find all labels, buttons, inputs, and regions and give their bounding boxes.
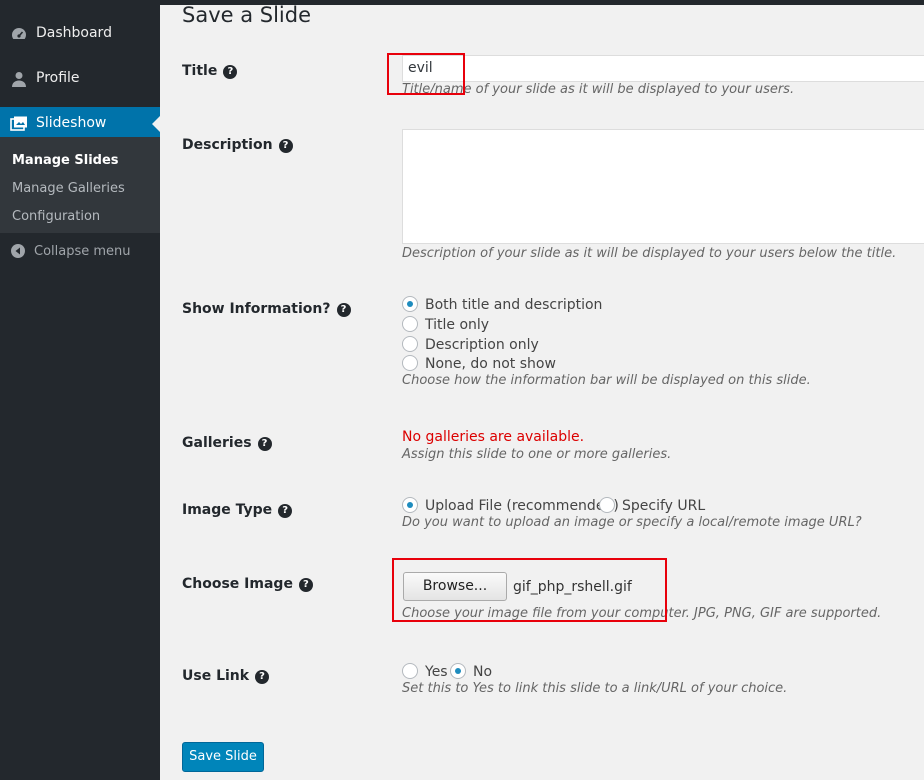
radio-button[interactable] (402, 336, 418, 352)
main-content: Save a Slide Title? evil Title/name of y… (160, 3, 924, 780)
title-input[interactable]: evil (402, 55, 924, 82)
show-information-label-text: Show Information? (182, 301, 331, 317)
slideshow-icon (10, 116, 27, 131)
help-icon[interactable]: ? (255, 670, 270, 684)
radio-title-only[interactable]: Title only (402, 316, 489, 333)
galleries-description: Assign this slide to one or more galleri… (402, 447, 672, 462)
radio-description-only[interactable]: Description only (402, 336, 539, 353)
radio-button[interactable] (402, 296, 418, 312)
radio-label: No (473, 664, 493, 680)
slideshow-submenu: Manage Slides Manage Galleries Configura… (0, 137, 160, 233)
show-information-description: Choose how the information bar will be d… (402, 373, 811, 388)
collapse-menu-button[interactable]: Collapse menu (0, 236, 160, 266)
radio-button[interactable] (599, 497, 615, 513)
menu-item-profile[interactable]: Profile (0, 62, 160, 96)
galleries-label: Galleries? (182, 435, 272, 451)
submenu-manage-galleries[interactable]: Manage Galleries (12, 181, 125, 196)
description-label-text: Description (182, 137, 273, 153)
radio-label: Upload File (recommended) (425, 498, 619, 514)
image-type-description: Do you want to upload an image or specif… (402, 515, 862, 530)
radio-button[interactable] (402, 316, 418, 332)
use-link-label-text: Use Link (182, 668, 250, 684)
help-icon[interactable]: ? (257, 437, 272, 451)
choose-image-label: Choose Image? (182, 576, 313, 592)
use-link-label: Use Link? (182, 668, 270, 684)
radio-label: Both title and description (425, 297, 603, 313)
image-type-label: Image Type? (182, 502, 293, 518)
dashboard-icon (12, 28, 26, 39)
radio-upload-file[interactable]: Upload File (recommended) (402, 497, 619, 514)
radio-label: Description only (425, 337, 539, 353)
choose-image-label-text: Choose Image (182, 576, 293, 592)
submenu-configuration[interactable]: Configuration (12, 209, 100, 224)
title-label-text: Title (182, 63, 218, 79)
annotation-box-file (392, 558, 667, 622)
save-slide-button[interactable]: Save Slide (182, 742, 264, 772)
submenu-manage-slides[interactable]: Manage Slides (12, 153, 119, 168)
user-icon (12, 72, 26, 87)
collapse-arrow-icon (11, 244, 25, 258)
radio-button[interactable] (402, 663, 418, 679)
radio-button[interactable] (402, 497, 418, 513)
image-type-label-text: Image Type (182, 502, 273, 518)
use-link-description: Set this to Yes to link this slide to a … (402, 681, 788, 696)
description-label: Description? (182, 137, 293, 153)
description-textarea[interactable] (402, 129, 924, 244)
help-icon[interactable]: ? (223, 65, 238, 79)
radio-label: Yes (425, 664, 448, 680)
radio-label: Title only (425, 317, 490, 333)
radio-label: None, do not show (425, 356, 556, 372)
show-information-label: Show Information?? (182, 301, 351, 317)
menu-label-slideshow: Slideshow (36, 115, 107, 131)
page-title: Save a Slide (182, 3, 312, 27)
radio-button[interactable] (450, 663, 466, 679)
admin-sidebar: Dashboard Profile Slideshow (0, 5, 160, 780)
description-help-text: Description of your slide as it will be … (402, 246, 897, 261)
radio-use-link-no[interactable]: No (450, 663, 492, 680)
radio-use-link-yes[interactable]: Yes (402, 663, 448, 680)
title-label: Title? (182, 63, 238, 79)
menu-label-dashboard: Dashboard (36, 25, 112, 41)
radio-button[interactable] (402, 355, 418, 371)
collapse-menu-label: Collapse menu (34, 244, 131, 259)
radio-label: Specify URL (622, 498, 706, 514)
help-icon[interactable]: ? (278, 139, 293, 153)
help-icon[interactable]: ? (298, 578, 313, 592)
menu-label-profile: Profile (36, 70, 80, 86)
menu-item-slideshow[interactable]: Slideshow (0, 107, 160, 141)
radio-none[interactable]: None, do not show (402, 355, 556, 372)
radio-specify-url[interactable]: Specify URL (599, 497, 705, 514)
help-icon[interactable]: ? (336, 303, 351, 317)
radio-both-title-description[interactable]: Both title and description (402, 296, 602, 313)
menu-item-dashboard[interactable]: Dashboard (0, 17, 160, 51)
help-icon[interactable]: ? (278, 504, 293, 518)
annotation-box-title (387, 53, 465, 95)
galleries-label-text: Galleries (182, 435, 252, 451)
galleries-error: No galleries are available. (402, 429, 585, 445)
